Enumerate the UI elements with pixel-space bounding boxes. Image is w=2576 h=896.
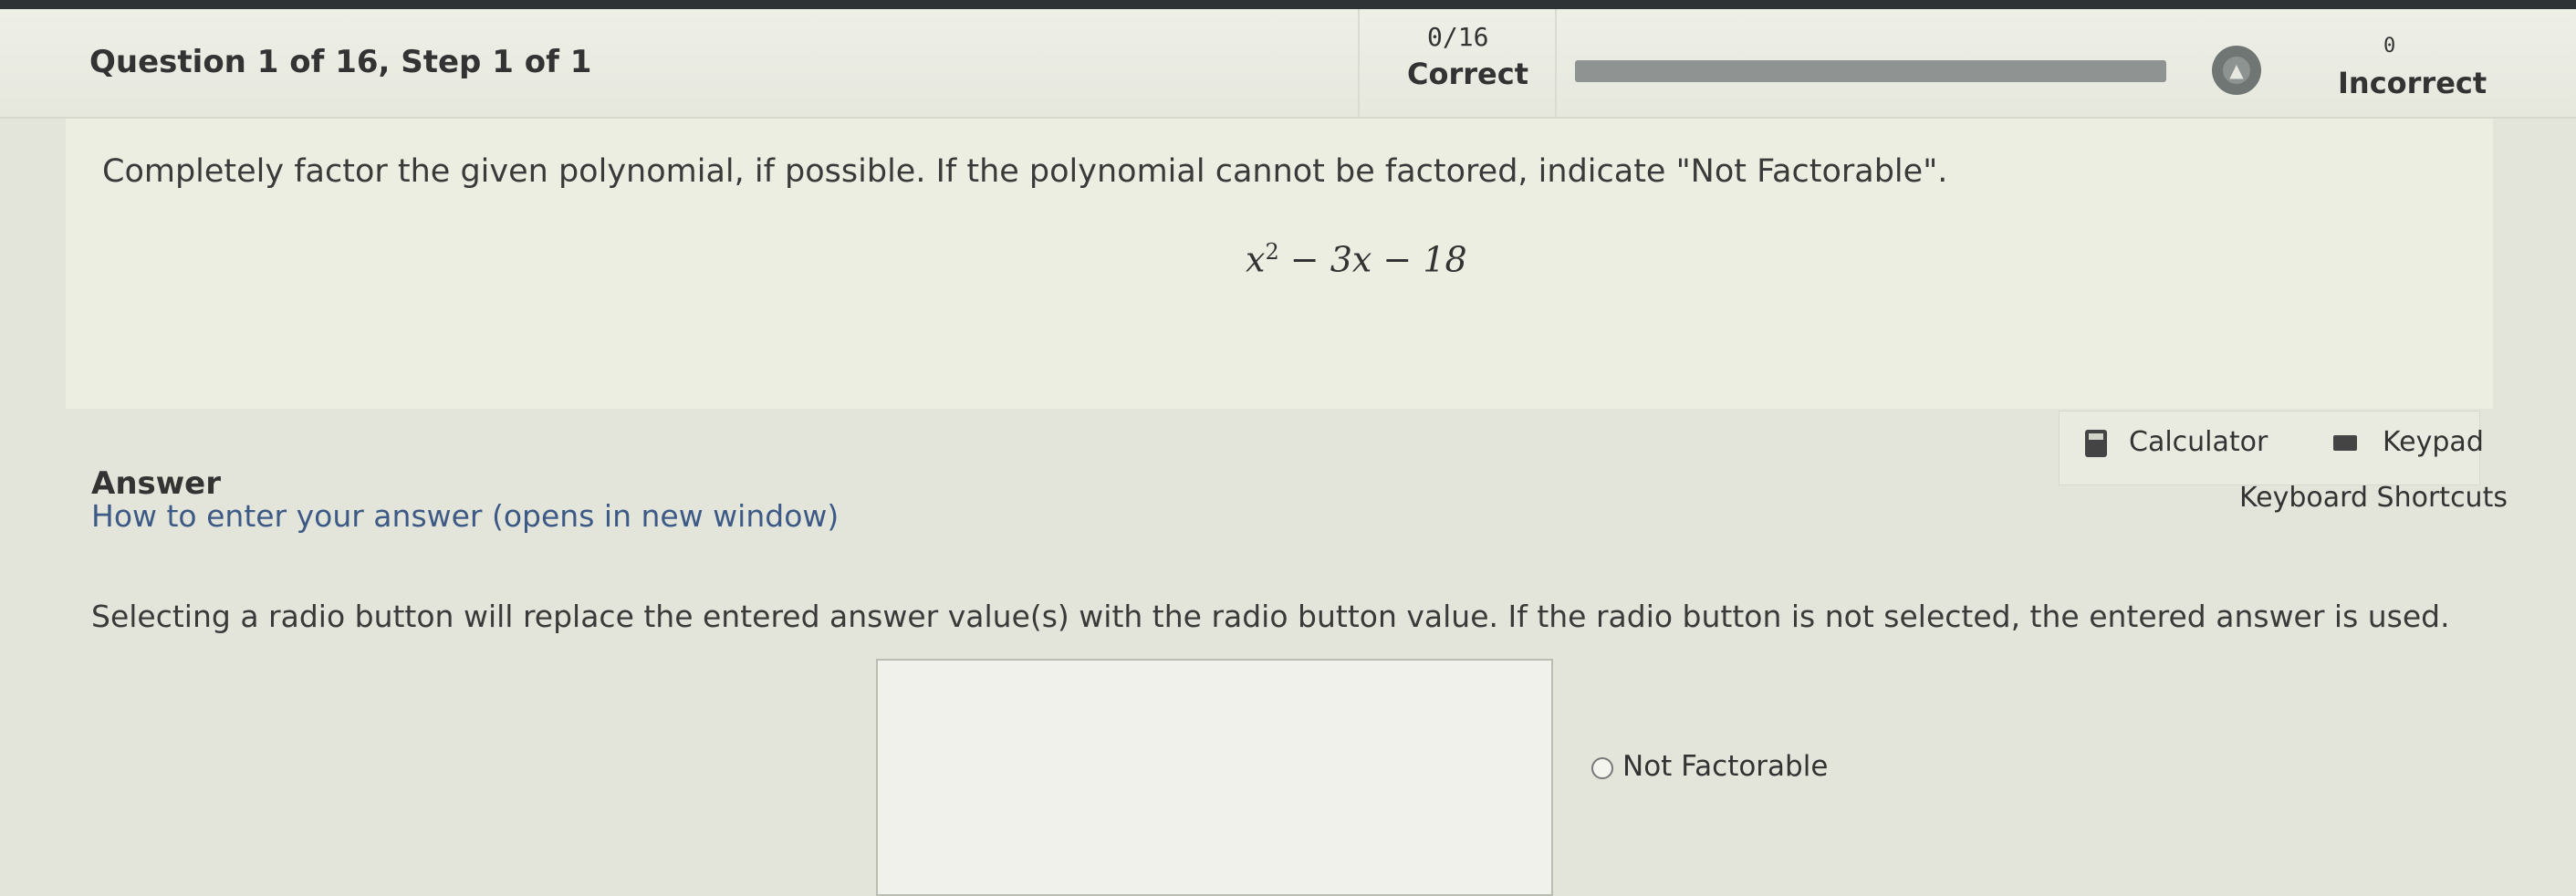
correct-score-panel: 0/16 Correct (1358, 9, 1557, 117)
answer-input-box[interactable] (876, 659, 1553, 896)
not-factorable-radio[interactable] (1591, 756, 1613, 779)
keypad-label: Keypad (2383, 426, 2484, 458)
incorrect-label: Incorrect (2338, 66, 2487, 100)
incorrect-count: 0 (2383, 35, 2396, 57)
question-header: Question 1 of 16, Step 1 of 1 0/16 Corre… (0, 9, 2576, 119)
answer-area: Calculator Keypad Answer How to enter yo… (0, 411, 2576, 896)
progress-bar (1575, 60, 2166, 82)
calculator-label: Calculator (2129, 426, 2268, 458)
keypad-icon (2333, 435, 2357, 451)
not-factorable-label: Not Factorable (1622, 750, 1829, 783)
how-to-enter-link[interactable]: How to enter your answer (opens in new w… (91, 498, 839, 534)
calculator-button[interactable]: Calculator (2085, 426, 2268, 458)
poly-exponent: 2 (1265, 239, 1279, 265)
radio-instructions: Selecting a radio button will replace th… (91, 599, 2450, 634)
poly-base: x (1246, 239, 1266, 280)
top-bar (0, 0, 2576, 9)
poly-rest: − 3x − 18 (1278, 239, 1467, 280)
question-prompt: Completely factor the given polynomial, … (102, 153, 1948, 190)
keypad-button[interactable]: Keypad (2333, 426, 2484, 458)
correct-label: Correct (1407, 57, 1528, 91)
pie-center: ▲ (2223, 57, 2250, 84)
score-count: 0/16 (1427, 22, 1489, 52)
question-panel: Completely factor the given polynomial, … (66, 119, 2493, 409)
calculator-icon (2085, 429, 2107, 457)
question-title: Question 1 of 16, Step 1 of 1 (89, 44, 592, 80)
answer-heading: Answer (91, 465, 221, 502)
polynomial-expression: x2 − 3x − 18 (1246, 239, 1467, 280)
progress-pie-icon: ▲ (2212, 46, 2261, 95)
not-factorable-option[interactable]: Not Factorable (1591, 750, 1828, 783)
keyboard-shortcuts-link[interactable]: Keyboard Shortcuts (2239, 482, 2508, 514)
tools-panel: Calculator Keypad (2059, 411, 2484, 485)
